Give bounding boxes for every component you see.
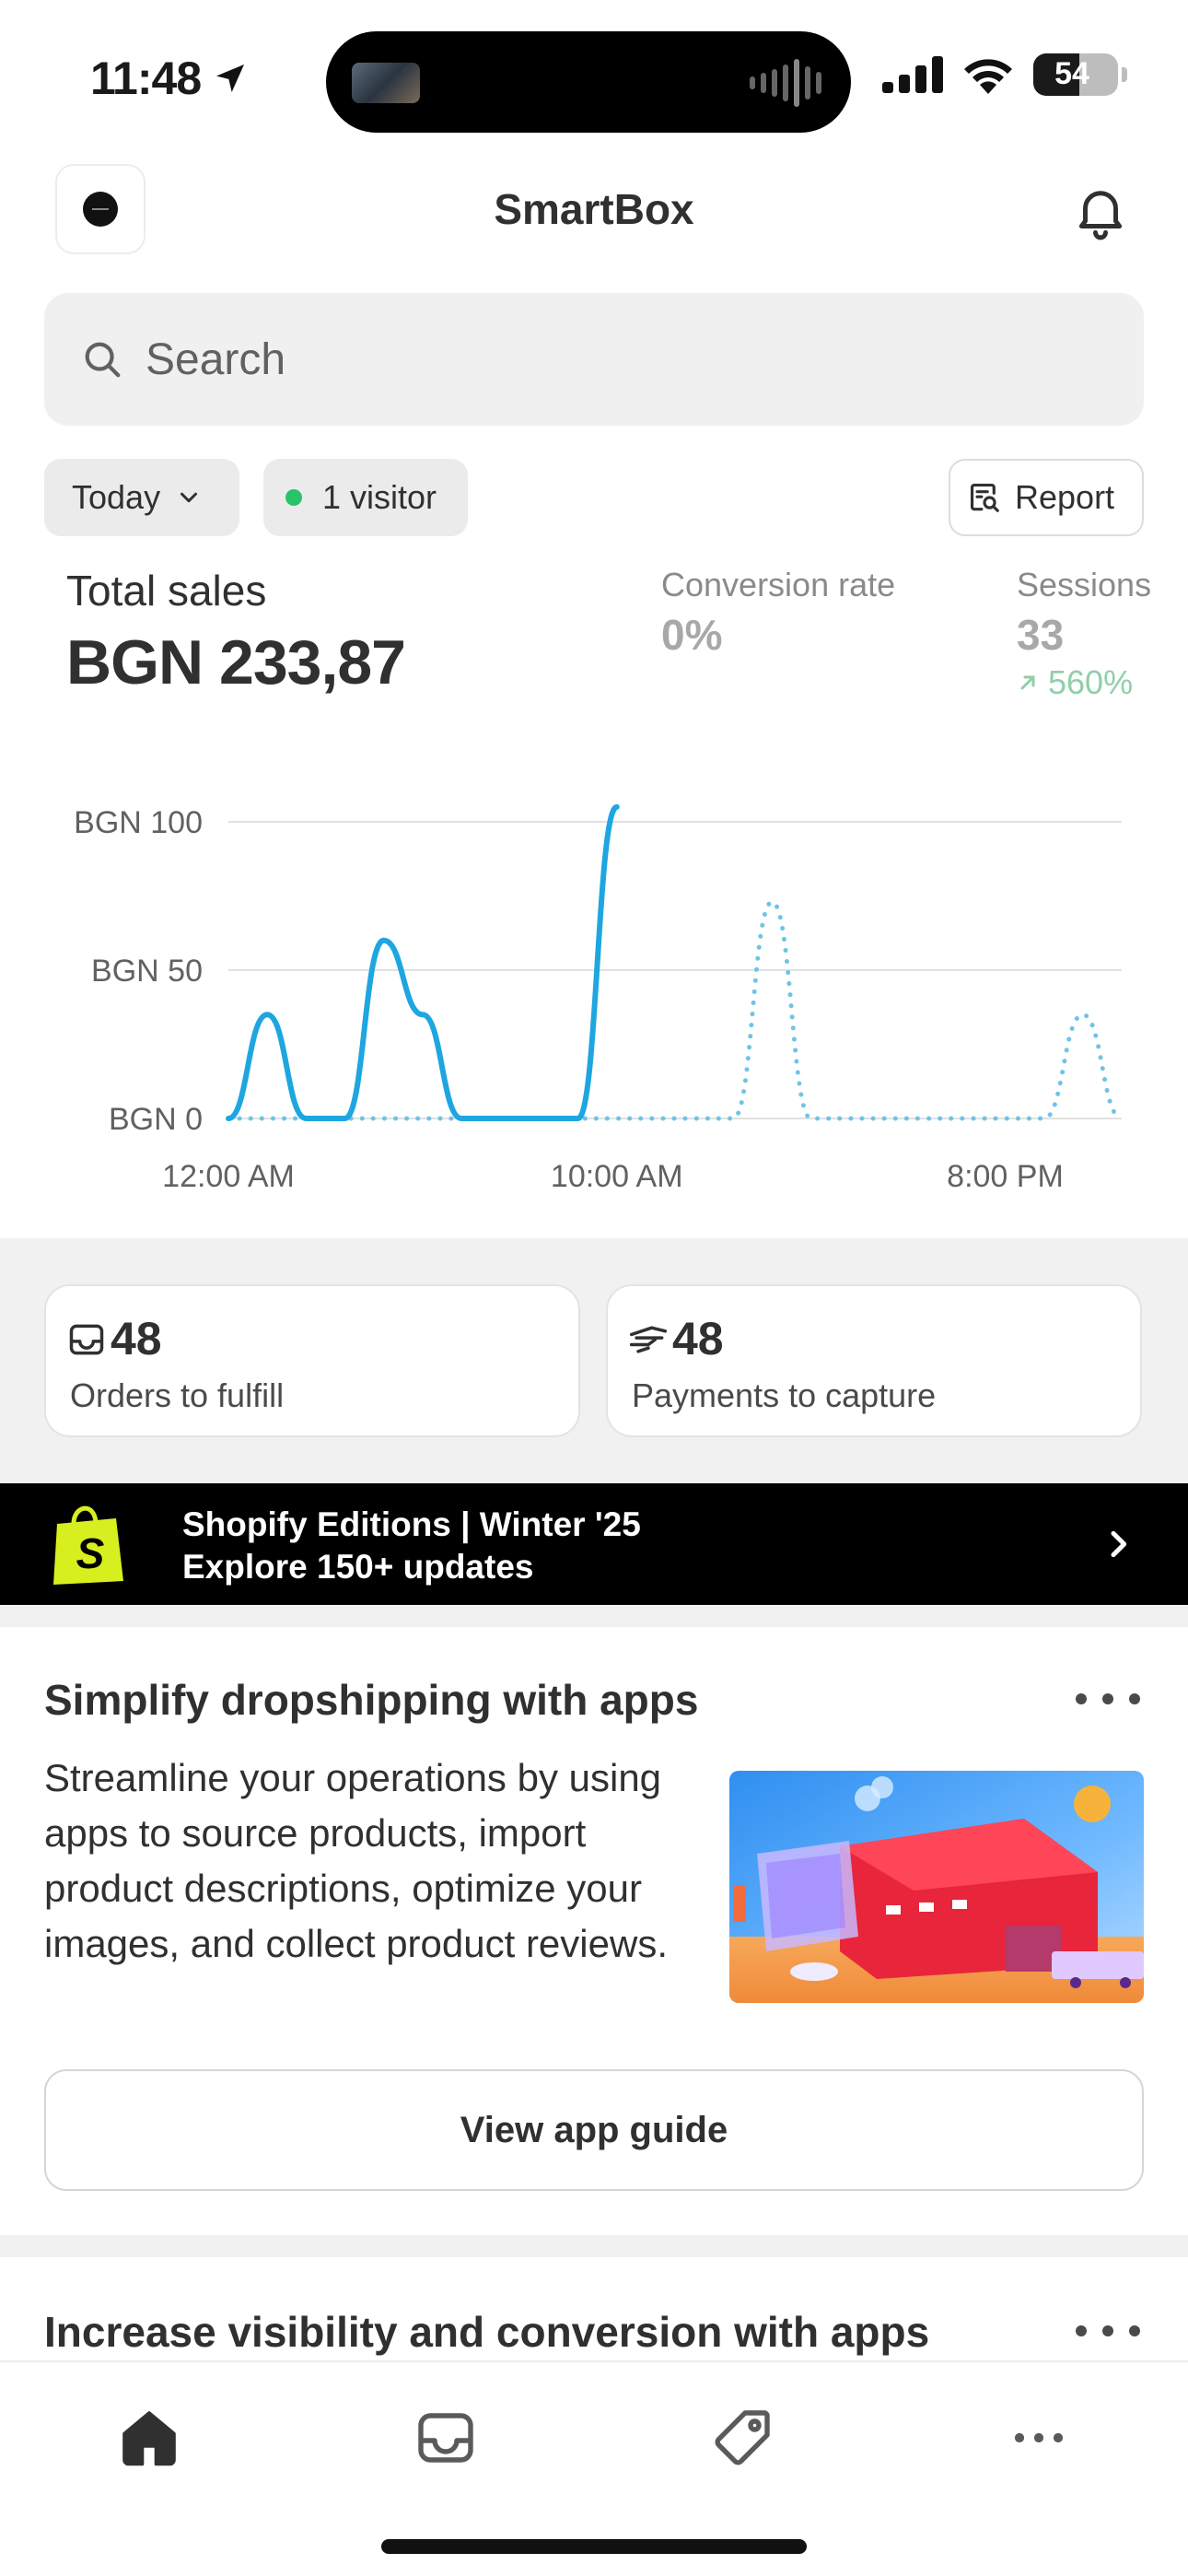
shopify-editions-banner[interactable]: S Shopify Editions | Winter '25 Explore …	[0, 1483, 1188, 1605]
date-range-label: Today	[72, 478, 161, 516]
section-divider	[0, 2235, 1188, 2257]
sales-line-chart[interactable]: BGN 100 BGN 50 BGN 0 12:00 AM 10:00 AM 8:00 …	[0, 774, 1188, 1207]
total-sales-label: Total sales	[66, 567, 267, 615]
chart-series-sales-line	[226, 803, 620, 1121]
notifications-bell-icon[interactable]	[1070, 181, 1131, 241]
battery-icon: 54	[1033, 53, 1118, 96]
visibility-card-title: Increase visibility and conversion with …	[44, 2308, 930, 2356]
app-header: SmartBox	[0, 160, 1188, 262]
promo-title: Shopify Editions | Winter '25	[182, 1505, 641, 1543]
sessions-delta-value: 560%	[1048, 663, 1134, 701]
filter-row: Today 1 visitor Report	[44, 459, 1144, 536]
live-visitors-chip[interactable]: 1 visitor	[263, 459, 468, 536]
sessions-label: Sessions	[1017, 566, 1152, 603]
dynamic-island[interactable]	[326, 31, 851, 133]
chart-y-tick-label: BGN 50	[91, 954, 203, 989]
home-indicator[interactable]	[381, 2539, 807, 2554]
more-options-icon[interactable]	[1076, 2322, 1140, 2340]
sessions-value[interactable]: 33	[1017, 610, 1064, 660]
search-bar[interactable]: Search	[44, 293, 1144, 426]
search-placeholder: Search	[146, 334, 286, 384]
audio-waveform-icon	[750, 59, 821, 107]
inbox-icon	[418, 2413, 473, 2463]
view-app-guide-button[interactable]: View app guide	[44, 2069, 1144, 2191]
status-time: 11:48	[90, 52, 249, 105]
report-label: Report	[1015, 478, 1115, 516]
conversion-rate-value[interactable]: 0%	[661, 610, 722, 660]
inbox-icon	[69, 1324, 104, 1355]
chevron-down-icon	[181, 492, 198, 503]
more-icon	[1014, 2432, 1064, 2443]
payments-to-capture-card[interactable]: 48 Payments to capture	[606, 1284, 1142, 1437]
clock-text: 11:48	[90, 53, 202, 104]
chart-x-tick-label: 8:00 PM	[947, 1159, 1064, 1194]
payments-label: Payments to capture	[632, 1376, 937, 1414]
payments-count: 48	[672, 1313, 724, 1364]
dropshipping-card-title: Simplify dropshipping with apps	[44, 1676, 699, 1724]
warehouse-illustration	[729, 1771, 1144, 2003]
orders-to-fulfill-card[interactable]: 48 Orders to fulfill	[44, 1284, 580, 1437]
search-icon	[85, 342, 121, 378]
chevron-right-icon	[1111, 1530, 1127, 1558]
arrow-up-right-icon	[1020, 675, 1035, 690]
battery-level: 54	[1054, 56, 1089, 91]
chart-series-comparison-line	[226, 899, 1124, 1121]
tab-home[interactable]	[112, 2401, 186, 2475]
live-visitors-label: 1 visitor	[322, 478, 437, 516]
live-status-dot	[285, 489, 302, 506]
orders-count: 48	[111, 1313, 162, 1364]
dropshipping-card-body: Streamline your operations by using apps…	[44, 1756, 668, 1965]
chart-x-tick-label: 10:00 AM	[551, 1159, 683, 1194]
report-search-icon	[970, 483, 999, 512]
status-indicators: 54	[882, 53, 1127, 96]
battery-tip	[1122, 67, 1127, 82]
tab-orders[interactable]	[409, 2401, 483, 2475]
location-arrow-icon	[216, 64, 245, 92]
report-button[interactable]: Report	[949, 459, 1144, 536]
chart-y-tick-label: BGN 100	[74, 805, 203, 840]
tag-icon	[715, 2410, 770, 2465]
cellular-signal-icon	[882, 56, 943, 93]
tab-more[interactable]	[1002, 2401, 1076, 2475]
section-divider	[0, 1605, 1188, 1627]
status-bar: 11:48 54	[0, 0, 1188, 157]
total-sales-value[interactable]: BGN 233,87	[66, 626, 406, 698]
shopify-bag-logo-icon: S	[53, 1505, 123, 1585]
conversion-rate-label: Conversion rate	[661, 566, 896, 603]
chart-x-tick-label: 12:00 AM	[162, 1159, 295, 1194]
wifi-icon	[964, 59, 1012, 94]
cash-hand-icon	[629, 1326, 668, 1353]
promo-subtitle: Explore 150+ updates	[182, 1548, 534, 1586]
sessions-delta: 560%	[1017, 663, 1133, 702]
more-options-icon[interactable]	[1076, 1690, 1140, 1708]
home-icon	[122, 2411, 176, 2466]
tab-products[interactable]	[705, 2401, 779, 2475]
date-range-dropdown[interactable]: Today	[44, 459, 239, 536]
stats-band: 48 Orders to fulfill 48 Payments to capt…	[0, 1238, 1188, 1483]
store-title: SmartBox	[494, 185, 694, 233]
svg-text:S: S	[76, 1529, 105, 1577]
chart-y-tick-label: BGN 0	[109, 1102, 203, 1137]
orders-label: Orders to fulfill	[70, 1376, 285, 1414]
now-playing-artwork	[352, 63, 420, 103]
